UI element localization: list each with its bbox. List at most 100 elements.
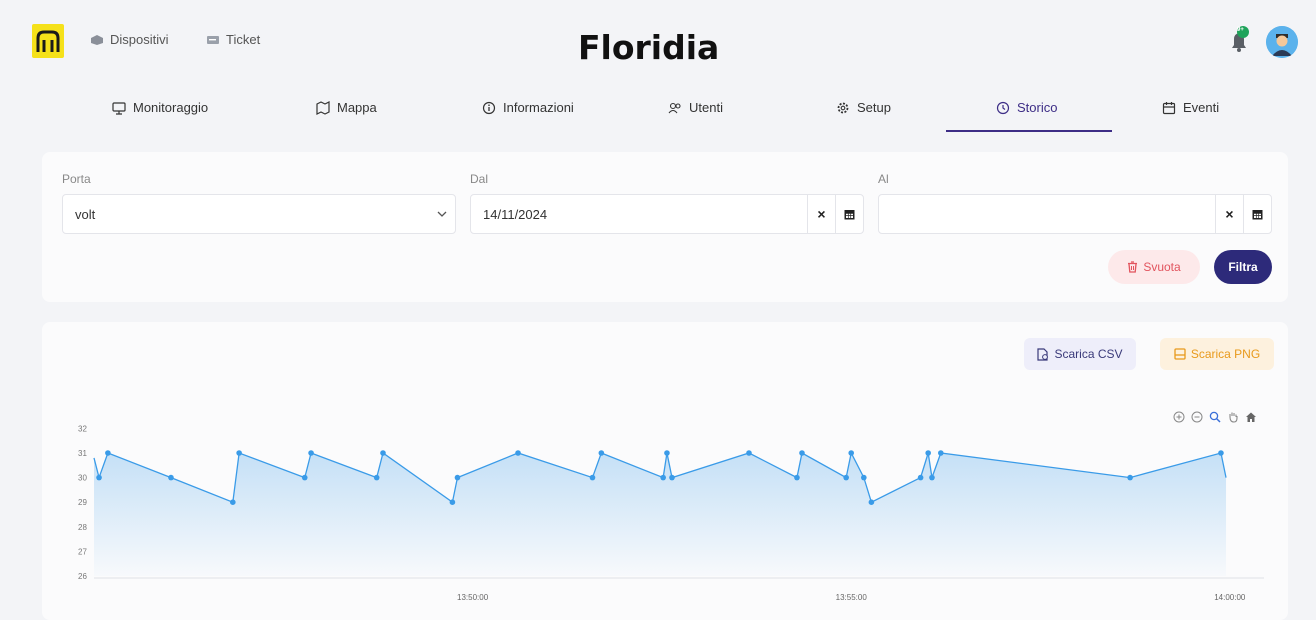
data-point[interactable] bbox=[168, 474, 174, 481]
x-tick-label: 13:55:00 bbox=[836, 593, 868, 602]
monitor-icon bbox=[112, 101, 126, 115]
dal-date-field[interactable]: 14/11/2024 × bbox=[470, 194, 864, 234]
calendar-icon bbox=[844, 210, 855, 220]
data-point[interactable] bbox=[454, 474, 461, 481]
al-date-field[interactable]: × bbox=[878, 194, 1272, 234]
data-point[interactable] bbox=[794, 474, 800, 481]
user-avatar-icon bbox=[1266, 26, 1298, 58]
calendar-icon bbox=[1162, 101, 1176, 114]
data-point[interactable] bbox=[917, 474, 924, 481]
y-tick-label: 27 bbox=[78, 547, 87, 556]
svuota-button[interactable]: Svuota bbox=[1108, 250, 1200, 284]
data-point[interactable] bbox=[449, 499, 456, 505]
data-point[interactable] bbox=[929, 474, 935, 481]
series-area bbox=[94, 453, 1227, 576]
y-tick-label: 32 bbox=[78, 424, 87, 433]
nav-ticket[interactable]: Ticket bbox=[206, 32, 260, 47]
chevron-down-icon bbox=[429, 211, 455, 217]
tab-setup[interactable]: Setup bbox=[836, 100, 891, 115]
filtra-label: Filtra bbox=[1228, 260, 1258, 274]
users-icon bbox=[668, 102, 681, 113]
data-point[interactable] bbox=[664, 450, 670, 456]
filtra-button[interactable]: Filtra bbox=[1214, 250, 1272, 284]
notification-badge: 9+ bbox=[1237, 27, 1244, 33]
data-point[interactable] bbox=[380, 450, 386, 456]
data-point[interactable] bbox=[799, 450, 805, 456]
tab-storico[interactable]: Storico bbox=[996, 100, 1057, 115]
al-label: Al bbox=[878, 172, 889, 186]
filter-panel: Porta volt Dal 14/11/2024 × Al × Svuota … bbox=[42, 152, 1288, 302]
data-point[interactable] bbox=[848, 450, 854, 456]
tab-utenti-label: Utenti bbox=[689, 100, 723, 115]
ticket-icon bbox=[207, 35, 219, 44]
data-point[interactable] bbox=[1218, 450, 1224, 456]
data-point[interactable] bbox=[925, 450, 931, 456]
y-tick-label: 29 bbox=[78, 498, 87, 507]
svuota-label: Svuota bbox=[1143, 260, 1181, 274]
data-point[interactable] bbox=[1127, 474, 1133, 481]
al-calendar-button[interactable] bbox=[1243, 195, 1271, 233]
x-tick-label: 14:00:00 bbox=[1214, 593, 1246, 602]
notifications-button[interactable]: 9+ bbox=[1228, 26, 1250, 52]
tab-utenti[interactable]: Utenti bbox=[668, 100, 723, 115]
porta-value: volt bbox=[75, 206, 96, 222]
tab-monitoraggio[interactable]: Monitoraggio bbox=[112, 100, 208, 115]
data-point[interactable] bbox=[938, 450, 944, 456]
data-point[interactable] bbox=[598, 450, 605, 456]
tab-informazioni[interactable]: Informazioni bbox=[482, 100, 574, 115]
tab-eventi[interactable]: Eventi bbox=[1162, 100, 1219, 115]
tab-monitoraggio-label: Monitoraggio bbox=[133, 100, 209, 115]
data-point[interactable] bbox=[589, 474, 596, 481]
dal-calendar-button[interactable] bbox=[835, 195, 863, 233]
tab-eventi-label: Eventi bbox=[1183, 100, 1220, 115]
data-point[interactable] bbox=[308, 450, 314, 456]
y-tick-label: 28 bbox=[78, 523, 87, 532]
tab-informazioni-label: Informazioni bbox=[503, 100, 574, 115]
chart-panel: Scarica CSV Scarica PNG 32 31 30 29 28 27 26 13… bbox=[42, 322, 1288, 620]
data-point[interactable] bbox=[236, 450, 242, 456]
tab-storico-label: Storico bbox=[1017, 100, 1058, 115]
data-point[interactable] bbox=[660, 474, 666, 481]
porta-select[interactable]: volt bbox=[62, 194, 456, 234]
tab-mappa[interactable]: Mappa bbox=[316, 100, 377, 115]
app-logo[interactable] bbox=[32, 24, 64, 58]
calendar-icon bbox=[1252, 210, 1263, 220]
volt-history-chart[interactable]: 32 31 30 29 28 27 26 13:50:00 13:55:00 14:00:00 bbox=[42, 322, 1288, 620]
nav-dispositivi-label: Dispositivi bbox=[110, 32, 169, 47]
data-point[interactable] bbox=[230, 499, 236, 505]
info-icon bbox=[482, 101, 496, 114]
top-bar: Dispositivi Ticket Floridia 9+ bbox=[0, 0, 1316, 82]
data-point[interactable] bbox=[301, 474, 308, 481]
data-point[interactable] bbox=[861, 474, 867, 481]
al-clear-button[interactable]: × bbox=[1215, 195, 1243, 233]
close-icon: × bbox=[1225, 206, 1234, 222]
y-tick-label: 30 bbox=[78, 474, 87, 483]
tab-bar: Monitoraggio Mappa Informazioni Utenti S… bbox=[40, 84, 1280, 134]
active-tab-indicator bbox=[946, 130, 1112, 132]
porta-label: Porta bbox=[62, 172, 91, 186]
tab-mappa-label: Mappa bbox=[337, 100, 377, 115]
logo-icon bbox=[36, 30, 60, 52]
data-point[interactable] bbox=[868, 499, 875, 505]
x-tick-label: 13:50:00 bbox=[457, 593, 489, 602]
dal-clear-button[interactable]: × bbox=[807, 195, 835, 233]
dal-label: Dal bbox=[470, 172, 489, 186]
trash-icon bbox=[1128, 261, 1138, 273]
page-title: Floridia bbox=[578, 28, 720, 67]
avatar[interactable] bbox=[1266, 26, 1298, 58]
data-point[interactable] bbox=[669, 474, 675, 481]
nav-dispositivi[interactable]: Dispositivi bbox=[90, 32, 169, 47]
nav-ticket-label: Ticket bbox=[226, 32, 261, 47]
data-point[interactable] bbox=[515, 450, 521, 456]
y-tick-label: 26 bbox=[78, 572, 87, 581]
data-point[interactable] bbox=[373, 474, 380, 481]
map-icon bbox=[316, 100, 330, 115]
data-point[interactable] bbox=[96, 474, 102, 481]
gear-icon bbox=[837, 102, 849, 113]
cube-icon bbox=[91, 34, 103, 45]
data-point[interactable] bbox=[105, 450, 111, 456]
data-point[interactable] bbox=[843, 474, 849, 481]
dal-value: 14/11/2024 bbox=[483, 206, 548, 222]
y-tick-label: 31 bbox=[78, 449, 87, 458]
data-point[interactable] bbox=[746, 450, 752, 456]
